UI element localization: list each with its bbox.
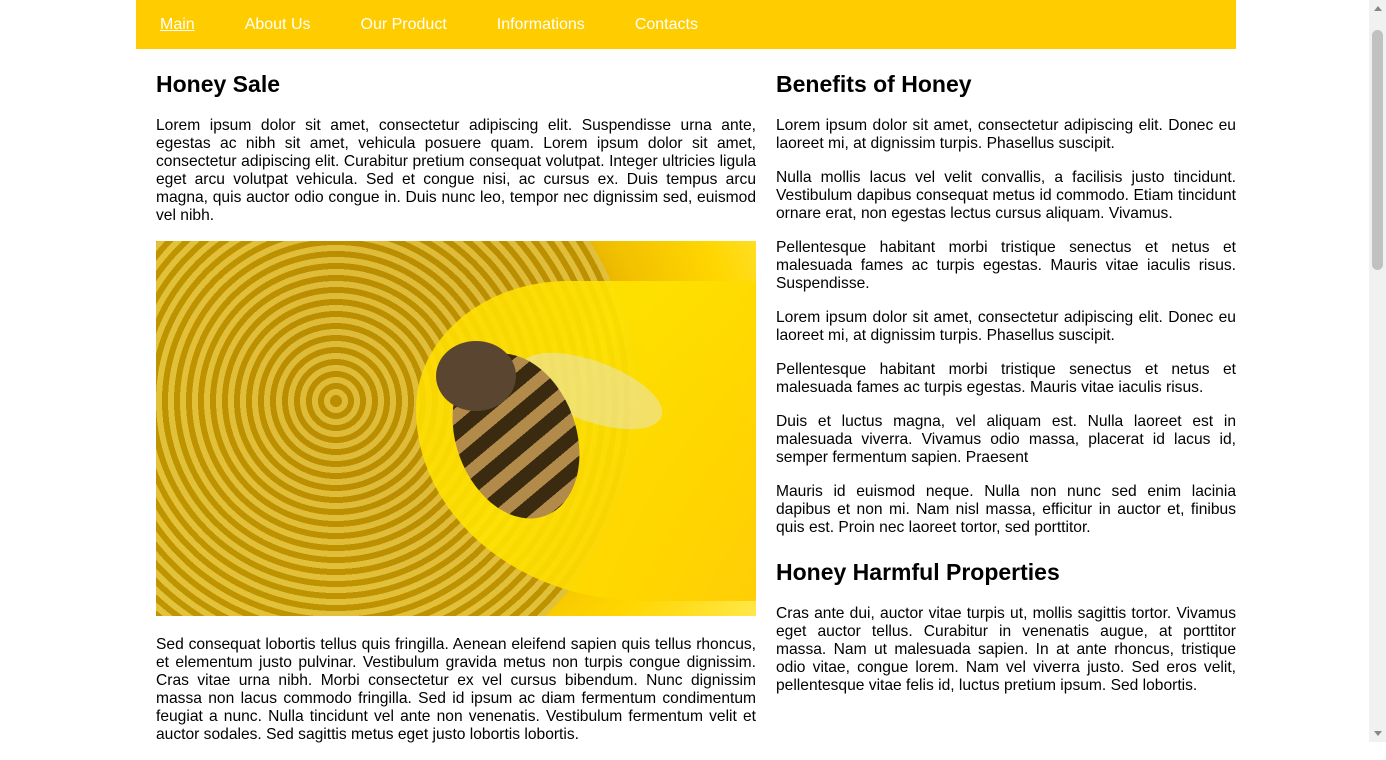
honey-sale-title: Honey Sale bbox=[156, 71, 280, 97]
benefits-paragraph-6: Duis et luctus magna, vel aliquam est. N… bbox=[776, 413, 1236, 466]
honey-sale-intro: Lorem ipsum dolor sit amet, consectetur … bbox=[156, 117, 756, 224]
harmful-properties-title: Honey Harmful Properties bbox=[776, 559, 1060, 585]
benefits-title: Benefits of Honey bbox=[776, 71, 972, 97]
page: Main About Us Our Product Informations C… bbox=[136, 0, 1236, 743]
benefits-paragraph-7: Mauris id euismod neque. Nulla non nunc … bbox=[776, 483, 1236, 536]
scroll-down-arrow-icon[interactable] bbox=[1374, 731, 1382, 736]
left-column: Honey Sale Lorem ipsum dolor sit amet, c… bbox=[156, 49, 756, 760]
nav-item-main[interactable]: Main bbox=[160, 16, 195, 34]
scroll-thumb[interactable] bbox=[1372, 30, 1383, 270]
scroll-up-arrow-icon[interactable] bbox=[1374, 6, 1382, 11]
benefits-paragraph-4: Lorem ipsum dolor sit amet, consectetur … bbox=[776, 309, 1236, 344]
benefits-paragraph-2: Nulla mollis lacus vel velit convallis, … bbox=[776, 169, 1236, 222]
nav-item-our-product[interactable]: Our Product bbox=[361, 16, 447, 34]
benefits-paragraph-3: Pellentesque habitant morbi tristique se… bbox=[776, 239, 1236, 292]
nav-item-about-us[interactable]: About Us bbox=[245, 16, 311, 34]
benefits-paragraph-5: Pellentesque habitant morbi tristique se… bbox=[776, 361, 1236, 396]
nav-item-contacts[interactable]: Contacts bbox=[635, 16, 698, 34]
vertical-scrollbar[interactable] bbox=[1369, 0, 1386, 742]
benefits-paragraph-1: Lorem ipsum dolor sit amet, consectetur … bbox=[776, 117, 1236, 152]
honey-sale-body: Sed consequat lobortis tellus quis fring… bbox=[156, 636, 756, 743]
bee-head bbox=[436, 341, 516, 411]
bee-on-sunflower-image bbox=[156, 241, 756, 616]
right-column: Benefits of Honey Lorem ipsum dolor sit … bbox=[776, 49, 1236, 711]
harmful-properties-paragraph: Cras ante dui, auctor vitae turpis ut, m… bbox=[776, 605, 1236, 694]
top-nav: Main About Us Our Product Informations C… bbox=[136, 0, 1236, 49]
nav-item-informations[interactable]: Informations bbox=[497, 16, 585, 34]
